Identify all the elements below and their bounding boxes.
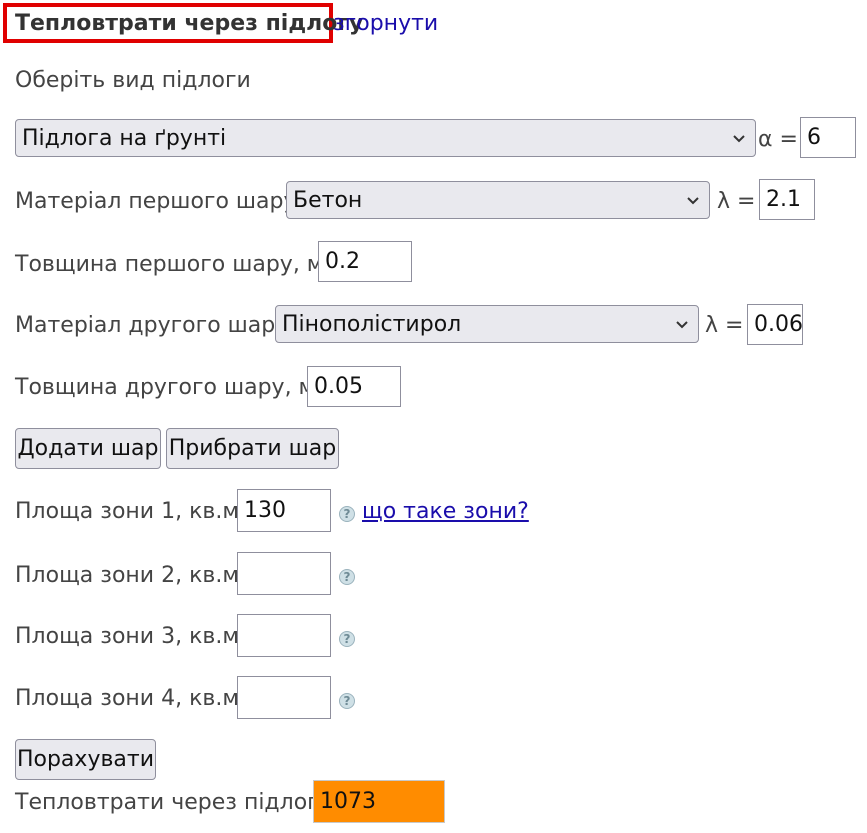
zone1-input[interactable]: 130	[237, 489, 331, 532]
section-title: Тепловтрати через підлогу	[15, 11, 364, 36]
layer1-thickness-input[interactable]: 0.2	[318, 241, 412, 282]
result-value: 1073	[313, 780, 445, 823]
chevron-down-icon	[733, 135, 745, 143]
add-layer-button[interactable]: Додати шар	[15, 428, 161, 469]
layer2-thickness-input[interactable]: 0.05	[307, 366, 401, 407]
zone3-label: Площа зони 3, кв.м.	[15, 624, 246, 649]
layer1-thickness-label: Товщина першого шару, м.	[15, 252, 331, 277]
alpha-label: α =	[758, 127, 798, 152]
remove-layer-button[interactable]: Прибрати шар	[166, 428, 339, 469]
chevron-down-icon	[676, 321, 688, 329]
help-icon[interactable]: ?	[339, 693, 355, 709]
zone2-input[interactable]	[237, 552, 331, 595]
calculate-button[interactable]: Порахувати	[15, 739, 156, 780]
result-label: Тепловтрати через підлогу	[15, 790, 332, 815]
layer1-material-select[interactable]: Бетон	[286, 181, 710, 219]
layer2-material-label: Матеріал другого шару	[15, 313, 289, 338]
zone1-label: Площа зони 1, кв.м.	[15, 499, 246, 524]
layer1-lambda-input[interactable]: 2.1	[759, 179, 815, 220]
collapse-link[interactable]: згорнути	[333, 10, 438, 38]
layer2-thickness-label: Товщина другого шару, м.	[15, 375, 323, 400]
zone3-input[interactable]	[237, 614, 331, 657]
layer1-material-label: Матеріал першого шару	[15, 189, 297, 214]
alpha-input[interactable]: 6	[800, 117, 856, 158]
layer2-material-value: Пінополістирол	[282, 311, 462, 337]
help-icon[interactable]: ?	[339, 506, 355, 522]
chevron-down-icon	[687, 197, 699, 205]
zone4-label: Площа зони 4, кв.м.	[15, 686, 246, 711]
help-icon[interactable]: ?	[339, 569, 355, 585]
floor-type-select[interactable]: Підлога на ґрунті	[15, 119, 756, 157]
floor-type-prompt: Оберіть вид підлоги	[15, 68, 251, 93]
zone4-input[interactable]	[237, 676, 331, 719]
layer2-lambda-input[interactable]: 0.06	[747, 304, 803, 345]
layer2-lambda-label: λ =	[705, 313, 744, 338]
what-are-zones-link[interactable]: що таке зони?	[362, 497, 529, 527]
floor-type-value: Підлога на ґрунті	[22, 125, 227, 151]
help-icon[interactable]: ?	[339, 631, 355, 647]
zone2-label: Площа зони 2, кв.м.	[15, 563, 246, 588]
layer1-material-value: Бетон	[293, 187, 363, 213]
layer2-material-select[interactable]: Пінополістирол	[275, 305, 699, 343]
layer1-lambda-label: λ =	[717, 189, 756, 214]
